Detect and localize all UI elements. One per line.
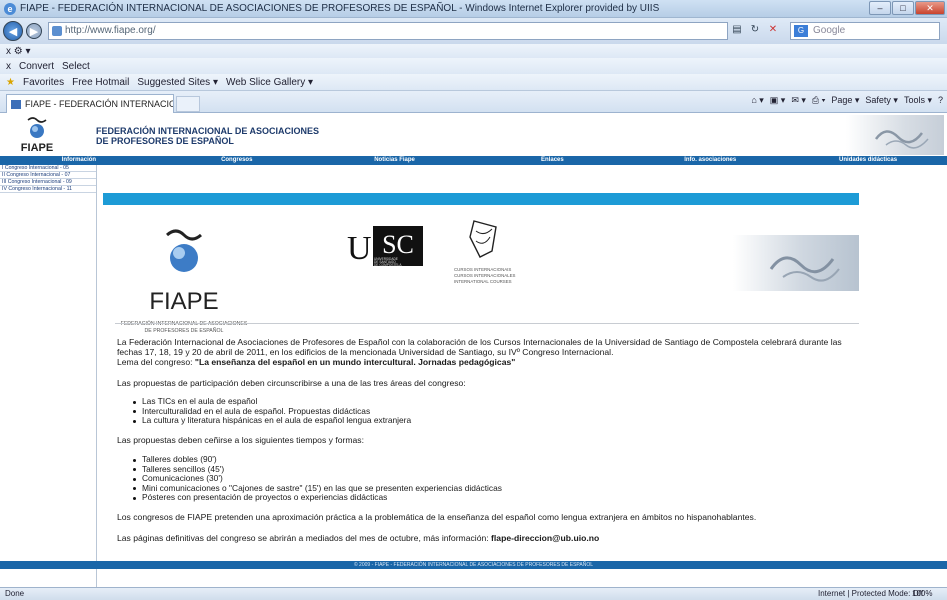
lema-text: "La enseñanza del español en un mundo in… (194, 357, 516, 367)
feeds-icon[interactable]: ▣ ▾ (770, 95, 786, 106)
main-content: FIAPE FEDERACIÓN INTERNACIONAL DE ASOCIA… (97, 165, 947, 587)
sidebar-item-congreso-4[interactable]: IV Congreso Internacional - 11 (0, 186, 96, 193)
favorites-button[interactable]: Favorites (23, 77, 64, 88)
nav-enlaces[interactable]: Enlaces (473, 156, 631, 165)
toolbar-row-1-text: x ⚙ ▾ (6, 45, 31, 57)
sidebar-item-congreso-2[interactable]: II Congreso Internacional - 07 (0, 172, 96, 179)
tab-label: FIAPE - FEDERACIÓN INTERNACIONAL DE ASOC… (25, 99, 173, 109)
home-icon[interactable]: ⌂ ▾ (751, 95, 763, 106)
sidebar: I Congreso Internacional - 05 II Congres… (0, 165, 97, 587)
cursos-line1: CURSOS INTERNACIONAIS (454, 267, 511, 272)
sidebar-item-congreso-3[interactable]: III Congreso Internacional - 09 (0, 179, 96, 186)
intro-line-3: Lema del congreso: "La enseñanza del esp… (117, 357, 515, 367)
congress-aim: Los congresos de FIAPE pretenden una apr… (117, 512, 757, 522)
list-item: La cultura y literatura hispánicas en el… (133, 415, 411, 426)
usc-logo: U SC UNIVERSIDADE DE SANTIAGO DE COMPOST… (347, 226, 423, 267)
safety-menu[interactable]: Safety ▾ (865, 95, 898, 106)
tab-fiape[interactable]: FIAPE - FEDERACIÓN INTERNACIONAL DE ASOC… (6, 94, 174, 113)
nav-info-asociaciones[interactable]: Info. asociaciones (631, 156, 789, 165)
fiape-large-sub2: DE PROFESORES DE ESPAÑOL (145, 327, 224, 334)
convert-button[interactable]: Convert (19, 61, 54, 72)
hotmail-link[interactable]: Free Hotmail (72, 77, 129, 88)
select-button[interactable]: Select (62, 61, 90, 72)
search-placeholder: Google (813, 25, 846, 36)
help-icon[interactable]: ? (938, 95, 943, 106)
window-title: FIAPE - FEDERACIÓN INTERNACIONAL DE ASOC… (20, 3, 660, 14)
site-header: FIAPE FEDERACIÓN INTERNACIONAL DE ASOCIA… (0, 113, 947, 156)
window-titlebar: e FIAPE - FEDERACIÓN INTERNACIONAL DE AS… (0, 0, 947, 18)
close-toolbar-icon[interactable]: x (6, 61, 11, 72)
cursos-line2: CURSOS INTERNACIONALES (454, 273, 516, 278)
site-title: FEDERACIÓN INTERNACIONAL DE ASOCIACIONES… (96, 126, 319, 146)
new-tab-button[interactable] (176, 96, 200, 112)
maximize-button[interactable]: □ (892, 1, 914, 15)
site-footer: © 2009 - FIAPE - FEDERACIÓN INTERNACIONA… (0, 561, 947, 569)
main-nav: Información Congresos Noticias Fiape Enl… (0, 156, 947, 165)
list-item: Pósteres con presentación de proyectos o… (133, 492, 502, 503)
more-info-text: Las páginas definitivas del congreso se … (117, 533, 492, 543)
nav-congresos[interactable]: Congresos (158, 156, 316, 165)
compatibility-icon[interactable]: ▤ (730, 23, 744, 37)
mail-icon[interactable]: ✉ ▾ (791, 95, 806, 106)
web-page: FIAPE FEDERACIÓN INTERNACIONAL DE ASOCIA… (0, 113, 947, 587)
usc-u: U (347, 230, 372, 267)
status-text: Done (5, 589, 25, 598)
tools-menu[interactable]: Tools ▾ (904, 95, 932, 106)
page-icon (52, 26, 62, 36)
nav-noticias[interactable]: Noticias Fiape (316, 156, 474, 165)
site-title-line2: DE PROFESORES DE ESPAÑOL (96, 136, 234, 146)
formats-list: Talleres dobles (90') Talleres sencillos… (133, 454, 502, 503)
forward-button[interactable]: ▶ (26, 23, 42, 39)
star-icon: ★ (6, 76, 15, 88)
formats-intro: Las propuestas deben ceñirse a los sigui… (117, 435, 364, 445)
toolbar-row-1: x ⚙ ▾ (0, 44, 947, 58)
minimize-button[interactable]: – (869, 1, 891, 15)
cursos-line3: INTERNATIONAL COURSES (454, 279, 512, 284)
security-zone[interactable]: Internet | Protected Mode: Off (818, 588, 923, 600)
fiape-logo-small[interactable]: FIAPE (14, 115, 60, 155)
suggested-sites-link[interactable]: Suggested Sites ▾ (137, 77, 218, 88)
fiape-logo-text: FIAPE (21, 142, 53, 154)
more-info-line: Las páginas definitivas del congreso se … (117, 533, 599, 543)
stop-icon[interactable]: ✕ (766, 23, 780, 37)
swirl-graphic (733, 235, 859, 291)
status-bar: Done Internet | Protected Mode: Off 100% (0, 587, 947, 600)
nav-unidades-didacticas[interactable]: Unidades didácticas (789, 156, 947, 165)
print-icon[interactable]: ⎙ ▾ (812, 95, 825, 106)
header-swirl-graphic (846, 115, 944, 155)
lema-prefix: Lema del congreso: (117, 357, 195, 367)
refresh-icon[interactable]: ↻ (748, 23, 762, 37)
tab-favicon (11, 100, 21, 109)
close-button[interactable]: ✕ (915, 1, 945, 15)
intro-line-1: La Federación Internacional de Asociacio… (117, 337, 842, 347)
sidebar-item-congreso-1[interactable]: I Congreso Internacional - 05 (0, 165, 96, 172)
intro-line-2: fechas 17, 18, 19 y 20 de abril de 2011,… (117, 347, 614, 357)
back-button[interactable]: ◀ (3, 21, 23, 41)
zoom-level[interactable]: 100% (912, 588, 932, 600)
usc-sub3: DE COMPOSTELA (374, 263, 402, 267)
ie-icon: e (4, 2, 16, 15)
tab-strip: FIAPE - FEDERACIÓN INTERNACIONAL DE ASOC… (0, 91, 947, 113)
contact-email-link[interactable]: flape-direccion@ub.uio.no (491, 533, 599, 543)
address-toolbar: ◀ ▶ http://www.fiape.org/ ▤ ↻ ✕ G Google (0, 18, 947, 44)
cursos-internacionales-logo: CURSOS INTERNACIONAIS CURSOS INTERNACION… (454, 220, 516, 284)
fiape-large-text: FIAPE (149, 288, 218, 315)
content-banner-bar (103, 193, 859, 205)
google-icon: G (794, 25, 808, 37)
site-title-line1: FEDERACIÓN INTERNACIONAL DE ASOCIACIONES (96, 126, 320, 136)
favorites-bar: ★ Favorites Free Hotmail Suggested Sites… (0, 74, 947, 91)
web-slice-gallery-link[interactable]: Web Slice Gallery ▾ (226, 77, 313, 88)
search-input[interactable]: G Google (790, 22, 940, 40)
usc-sc: SC (382, 230, 414, 259)
divider (115, 323, 859, 324)
areas-list: Las TICs en el aula de español Intercult… (133, 396, 411, 426)
toolbar-row-2: x Convert Select (0, 58, 947, 74)
page-menu[interactable]: Page ▾ (831, 95, 859, 106)
address-text: http://www.fiape.org/ (65, 25, 156, 36)
nav-informacion[interactable]: Información (0, 156, 158, 165)
address-bar[interactable]: http://www.fiape.org/ (48, 22, 728, 40)
areas-intro: Las propuestas de participación deben ci… (117, 378, 466, 388)
